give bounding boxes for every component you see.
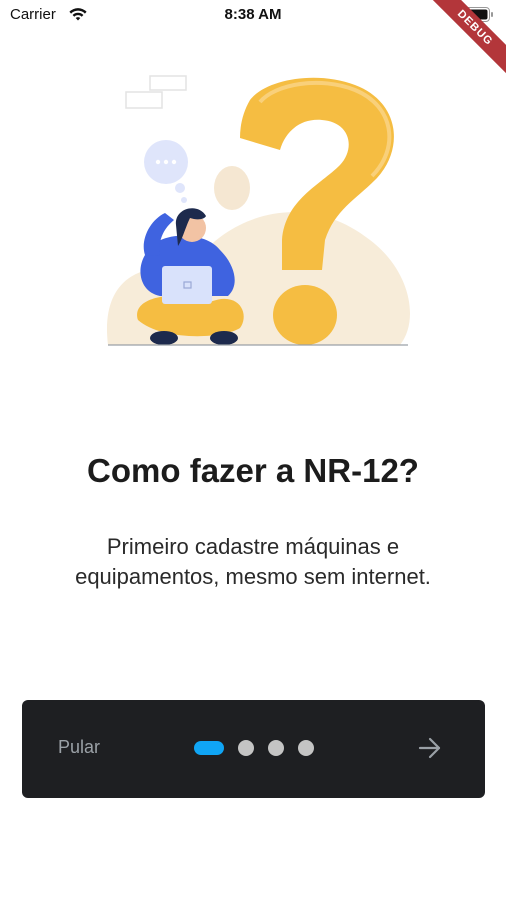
page-dot-active[interactable] [194, 741, 224, 755]
page-indicator [194, 740, 328, 756]
question-mark-dot [273, 285, 337, 345]
status-bar: Carrier 8:38 AM [0, 0, 506, 30]
clock: 8:38 AM [224, 6, 282, 23]
onboarding-illustration [106, 75, 411, 346]
person-figure [137, 208, 244, 345]
page-dot[interactable] [238, 740, 254, 756]
onboarding-title: Como fazer a NR-12? [87, 452, 419, 489]
skip-button[interactable]: Pular [58, 737, 100, 758]
onboarding-description: Primeiro cadastre máquinas e equipamento… [75, 534, 431, 589]
background-oval [214, 166, 250, 210]
decorative-bricks [125, 75, 187, 109]
onboarding-navigation-bar: Pular [22, 700, 485, 798]
arrow-right-icon[interactable] [417, 736, 443, 760]
page-dot[interactable] [268, 740, 284, 756]
page-dot[interactable] [298, 740, 314, 756]
battery-icon [462, 7, 493, 22]
